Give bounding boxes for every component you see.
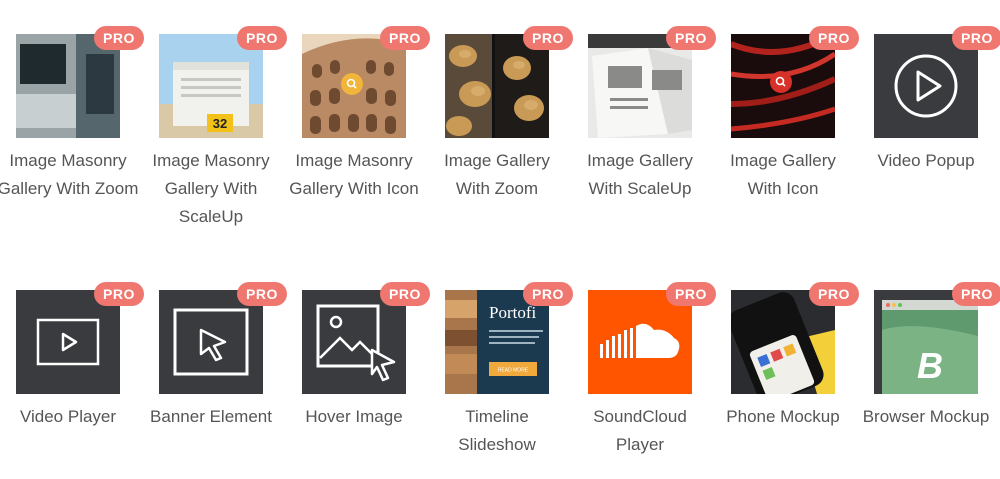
timeline-title: Portofi <box>489 303 537 322</box>
pro-badge: PRO <box>666 26 716 50</box>
browser-logo: B <box>917 345 943 386</box>
pro-badge: PRO <box>523 282 573 306</box>
pro-badge: PRO <box>380 26 430 50</box>
pro-badge: PRO <box>952 282 1000 306</box>
pro-badge: PRO <box>523 26 573 50</box>
widget-label: Timeline Slideshow <box>458 407 536 454</box>
widget-label: Image Masonry Gallery With Icon <box>289 151 419 198</box>
pro-badge: PRO <box>809 26 859 50</box>
widget-label: Video Popup <box>877 151 975 170</box>
widget-label: Phone Mockup <box>726 407 840 426</box>
pro-badge: PRO <box>94 282 144 306</box>
pro-badge: PRO <box>666 282 716 306</box>
widget-label: Image Gallery With Icon <box>730 151 836 198</box>
widget-label: Banner Element <box>150 407 272 426</box>
widget-label: Hover Image <box>305 407 403 426</box>
pro-badge: PRO <box>952 26 1000 50</box>
widget-label: Video Player <box>19 407 117 426</box>
widget-label: Image Masonry Gallery With ScaleUp <box>152 151 270 226</box>
widget-label: Image Gallery With ScaleUp <box>587 151 693 198</box>
widget-label: Image Gallery With Zoom <box>444 151 550 198</box>
tower-number: 32 <box>213 116 227 131</box>
pro-badge: PRO <box>237 26 287 50</box>
widget-label: Image Masonry Gallery With Zoom <box>0 151 139 198</box>
pro-badge: PRO <box>94 26 144 50</box>
widget-label: SoundCloud Player <box>593 407 687 454</box>
widget-label: Browser Mockup <box>862 407 990 426</box>
pro-badge: PRO <box>237 282 287 306</box>
pro-badge: PRO <box>380 282 430 306</box>
pro-badge: PRO <box>809 282 859 306</box>
timeline-button: READ MORE <box>498 368 529 374</box>
